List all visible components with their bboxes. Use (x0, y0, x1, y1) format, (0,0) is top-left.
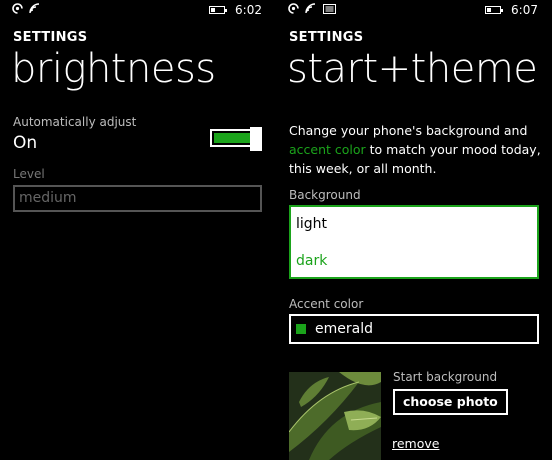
app-title: SETTINGS (13, 30, 88, 45)
wifi-icon (305, 3, 316, 14)
background-label: Background (289, 188, 361, 202)
page-title: start+theme (287, 46, 538, 92)
wifi-icon (29, 3, 40, 14)
toggle-thumb[interactable] (250, 127, 262, 151)
signal-icon (12, 3, 23, 14)
battery-icon (209, 6, 228, 14)
battery-icon (485, 6, 504, 14)
accent-color-label: Accent color (289, 297, 364, 311)
status-bar: 6:02 (0, 0, 276, 22)
start-background-thumbnail[interactable] (289, 372, 381, 460)
status-bar: 6:07 (276, 0, 552, 22)
auto-adjust-value: On (13, 133, 38, 153)
level-label: Level (13, 167, 45, 181)
accent-color-link[interactable]: accent color (289, 142, 366, 157)
background-option-dark[interactable]: dark (296, 253, 327, 269)
remove-link[interactable]: remove (392, 436, 439, 451)
start-background-label: Start background (393, 370, 498, 384)
signal-icon (288, 3, 299, 14)
accent-color-picker[interactable]: emerald (289, 314, 539, 344)
page-title: brightness (11, 46, 216, 92)
clock: 6:02 (235, 3, 262, 17)
choose-photo-button[interactable]: choose photo (393, 389, 508, 415)
brightness-screen: 6:02 SETTINGS brightness Automatically a… (0, 0, 276, 460)
level-value: medium (19, 190, 77, 206)
level-picker[interactable]: medium (13, 185, 262, 212)
theme-description: Change your phone's background and accen… (289, 121, 544, 178)
auto-adjust-toggle[interactable] (210, 127, 262, 151)
leaf-photo (289, 372, 381, 460)
description-text: Change your phone's background and (289, 123, 528, 138)
message-icon (323, 3, 336, 14)
clock: 6:07 (511, 3, 538, 17)
background-picker[interactable]: light dark (289, 205, 539, 279)
app-title: SETTINGS (289, 30, 364, 45)
accent-swatch (296, 324, 306, 334)
accent-color-value: emerald (315, 321, 373, 337)
start-theme-screen: 6:07 SETTINGS start+theme Change your ph… (276, 0, 552, 460)
background-option-light[interactable]: light (296, 216, 327, 232)
auto-adjust-label: Automatically adjust (13, 115, 137, 129)
